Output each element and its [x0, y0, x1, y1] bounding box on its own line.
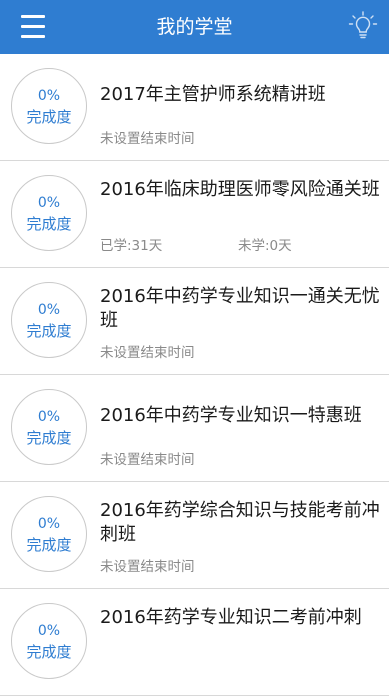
- progress-circle: 0% 完成度: [11, 68, 87, 144]
- progress-circle: 0% 完成度: [11, 603, 87, 679]
- course-title: 2016年临床助理医师零风险通关班: [100, 179, 380, 200]
- course-title: 2016年中药学专业知识一通关无忧班: [100, 286, 380, 331]
- course-item[interactable]: 0% 完成度 2016年药学专业知识二考前冲刺: [0, 589, 389, 696]
- progress-label: 完成度: [26, 108, 72, 126]
- lightbulb-icon: [348, 11, 378, 39]
- course-end-time: 未设置结束时间: [100, 131, 195, 147]
- page-title: 我的学堂: [156, 16, 233, 38]
- progress-percent: 0%: [37, 409, 61, 425]
- menu-button[interactable]: [12, 10, 52, 44]
- course-item[interactable]: 0% 完成度 2016年临床助理医师零风险通关班 已学:31天 未学:0天: [0, 161, 389, 268]
- progress-percent: 0%: [37, 302, 61, 318]
- course-item[interactable]: 0% 完成度 2016年中药学专业知识一通关无忧班 未设置结束时间: [0, 268, 389, 375]
- course-title: 2017年主管护师系统精讲班: [100, 84, 326, 105]
- course-list: 0% 完成度 2017年主管护师系统精讲班 未设置结束时间 0% 完成度 201…: [0, 54, 389, 696]
- course-title: 2016年药学专业知识二考前冲刺: [100, 607, 362, 628]
- progress-percent: 0%: [37, 623, 61, 639]
- course-item[interactable]: 0% 完成度 2016年中药学专业知识一特惠班 未设置结束时间: [0, 375, 389, 482]
- course-title: 2016年中药学专业知识一特惠班: [100, 405, 362, 426]
- progress-percent: 0%: [37, 195, 61, 211]
- progress-circle: 0% 完成度: [11, 389, 87, 465]
- progress-circle: 0% 完成度: [11, 175, 87, 251]
- progress-circle: 0% 完成度: [11, 496, 87, 572]
- progress-percent: 0%: [37, 516, 61, 532]
- days-remaining: 未学:0天: [238, 238, 292, 254]
- days-studied: 已学:31天: [100, 238, 163, 254]
- course-item[interactable]: 0% 完成度 2017年主管护师系统精讲班 未设置结束时间: [0, 54, 389, 161]
- course-end-time: 未设置结束时间: [100, 452, 195, 468]
- progress-label: 完成度: [26, 429, 72, 447]
- course-title: 2016年药学综合知识与技能考前冲刺班: [100, 500, 380, 545]
- progress-label: 完成度: [26, 322, 72, 340]
- progress-circle: 0% 完成度: [11, 282, 87, 358]
- course-item[interactable]: 0% 完成度 2016年药学综合知识与技能考前冲刺班 未设置结束时间: [0, 482, 389, 589]
- progress-label: 完成度: [26, 536, 72, 554]
- progress-label: 完成度: [26, 215, 72, 233]
- course-end-time: 未设置结束时间: [100, 559, 195, 575]
- course-end-time: 未设置结束时间: [100, 345, 195, 361]
- lightbulb-button[interactable]: [345, 9, 381, 45]
- progress-percent: 0%: [37, 88, 61, 104]
- top-bar: 我的学堂: [0, 0, 389, 54]
- progress-label: 完成度: [26, 643, 72, 661]
